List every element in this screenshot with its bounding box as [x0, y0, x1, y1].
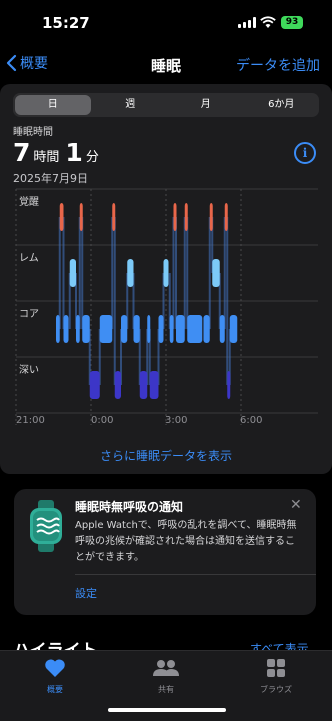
- sleep-stage-bar-core: [158, 315, 164, 343]
- tab-label: 概要: [47, 685, 63, 694]
- sleep-stage-bar-core: [82, 315, 90, 343]
- x-tick-label: 21:00: [16, 415, 45, 426]
- duration-minutes: 1: [65, 138, 83, 167]
- tab-label: 共有: [158, 685, 174, 694]
- sleep-stage-bar-rem: [212, 259, 220, 287]
- sleep-stage-bar-awake: [209, 203, 213, 231]
- stage-label-awake: 覚醒: [19, 197, 39, 208]
- sleep-stage-bar-core: [133, 315, 140, 343]
- tab-label: ブラウズ: [260, 685, 292, 694]
- segment-day[interactable]: 日: [15, 95, 91, 115]
- segment-6-months[interactable]: 6か月: [244, 93, 320, 117]
- add-data-button[interactable]: データを追加: [236, 55, 320, 75]
- sleep-stage-bar-awake: [184, 203, 188, 231]
- duration-hours-unit: 時間: [33, 150, 60, 165]
- duration-hours: 7: [13, 138, 31, 167]
- battery-indicator: 93: [281, 16, 303, 29]
- sleep-stage-bar-deep: [149, 371, 159, 399]
- grid-icon: [267, 659, 285, 677]
- sleep-stage-bar-core: [56, 315, 60, 343]
- stage-label-rem: レム: [19, 253, 39, 264]
- info-icon[interactable]: i: [294, 142, 316, 164]
- sleep-stage-bar-core: [147, 315, 151, 343]
- period-segmented-control: 日 週 月 6か月: [13, 93, 319, 117]
- heart-icon: [45, 659, 65, 677]
- sleep-duration: 7 時間 1 分: [13, 138, 105, 167]
- sleep-stage-bar-rem: [127, 259, 134, 287]
- tab-sharing[interactable]: 共有: [126, 658, 206, 695]
- divider: [75, 574, 316, 575]
- stage-label-deep: 深い: [19, 365, 39, 376]
- people-icon: [153, 660, 179, 676]
- duration-minutes-unit: 分: [85, 150, 99, 165]
- sleep-stage-bar-rem: [69, 259, 76, 287]
- sleep-stage-bar-core: [76, 315, 80, 343]
- wifi-icon: [260, 16, 276, 28]
- x-tick-label: 0:00: [91, 415, 114, 426]
- segment-month[interactable]: 月: [168, 93, 244, 117]
- sleep-stage-bar-awake: [112, 203, 116, 231]
- sleep-stage-bar-core: [219, 315, 225, 343]
- sleep-stage-bar-rem: [163, 259, 169, 287]
- segment-week[interactable]: 週: [93, 93, 169, 117]
- sleep-stage-bar-core: [176, 315, 185, 343]
- sleep-stage-bar-awake: [224, 203, 228, 231]
- sleep-stage-bar-core: [99, 315, 113, 343]
- x-tick-label: 6:00: [240, 415, 263, 426]
- tab-summary[interactable]: 概要: [15, 658, 95, 695]
- home-indicator: [108, 708, 226, 712]
- sleep-stage-bar-core: [169, 315, 174, 343]
- sleep-stage-bar-deep: [114, 371, 121, 399]
- sleep-stage-bar-awake: [59, 203, 64, 231]
- notification-title: 睡眠時無呼吸の通知: [75, 500, 184, 514]
- stage-label-core: コア: [19, 309, 39, 320]
- x-tick-label: 3:00: [165, 415, 188, 426]
- sleep-stages-chart: [15, 188, 318, 425]
- sleep-stage-bar-deep: [139, 371, 148, 399]
- cellular-signal-icon: [238, 17, 256, 28]
- notification-body: Apple Watchで、呼吸の乱れを調べて、睡眠時無呼吸の兆候が確認された場合…: [75, 520, 297, 563]
- tab-browse[interactable]: ブラウズ: [236, 658, 316, 695]
- sleep-stage-bar-core: [63, 315, 69, 343]
- show-more-sleep-data-link[interactable]: さらに睡眠データを表示: [0, 447, 332, 464]
- sleep-stage-bar-deep: [227, 371, 231, 399]
- notification-settings-link[interactable]: 設定: [75, 585, 97, 601]
- sleep-stage-bar-core: [121, 315, 128, 343]
- sleep-stage-bar-awake: [173, 203, 177, 231]
- sleep-date: 2025年7月9日: [13, 172, 88, 185]
- sleep-stage-bar-core: [187, 315, 203, 343]
- sleep-stage-bar-core: [203, 315, 210, 343]
- sleep-stage-bar-core: [229, 315, 238, 343]
- status-time: 15:27: [42, 14, 90, 32]
- sleep-stage-bar-deep: [89, 371, 100, 399]
- sleep-stage-bar-awake: [79, 203, 83, 231]
- sleep-duration-label: 睡眠時間: [13, 127, 53, 138]
- close-icon[interactable]: ✕: [290, 497, 302, 513]
- watch-breathing-icon: [30, 500, 62, 552]
